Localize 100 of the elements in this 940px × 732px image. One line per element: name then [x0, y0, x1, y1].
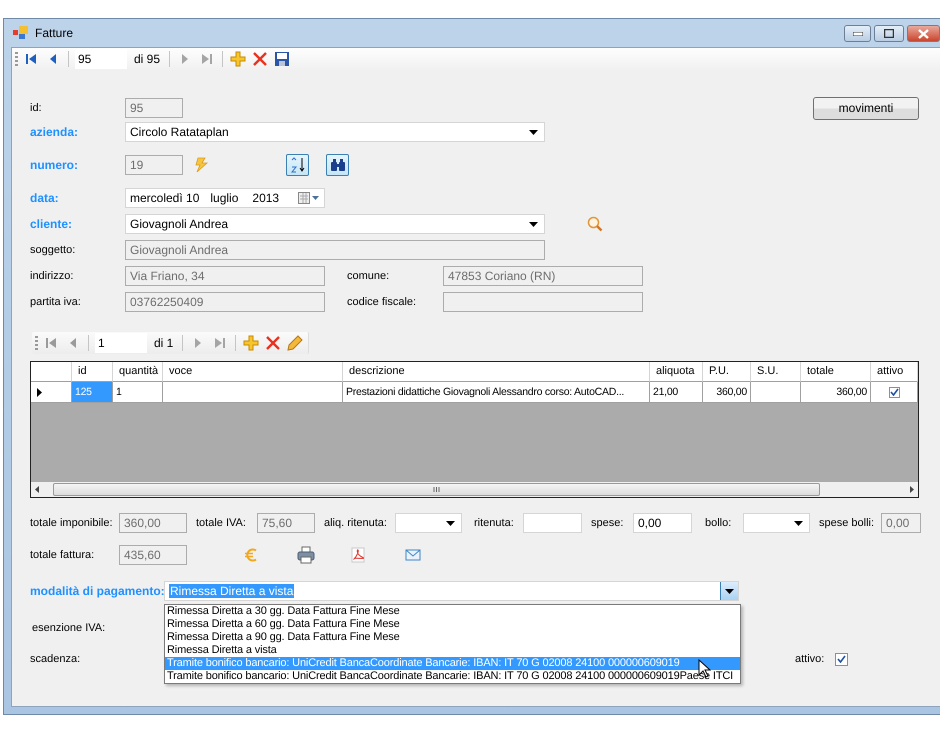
field-label: spese bolli:	[819, 517, 876, 529]
table-cell: 125	[72, 382, 113, 403]
column-header[interactable]: voce	[163, 362, 343, 382]
delete-icon[interactable]	[265, 335, 282, 351]
field-label: id:	[30, 102, 43, 114]
checkbox[interactable]	[835, 652, 848, 666]
maximize-button[interactable]	[874, 25, 904, 42]
sort-button[interactable]	[286, 154, 309, 176]
text-field[interactable]: Via Friano, 34	[125, 266, 325, 286]
position-field[interactable]: 95	[75, 49, 127, 69]
field-label: data:	[30, 190, 60, 204]
combo-box[interactable]: Circolo Ratataplan	[125, 122, 545, 142]
movimenti-button[interactable]: movimenti	[813, 96, 919, 120]
first-record-icon[interactable]	[23, 51, 39, 67]
text-field[interactable]: 95	[125, 98, 183, 118]
dropdown-option[interactable]: Tramite bonifico bancario: UniCredit BancaCoordinate Bancarie: IBAN: IT 70 G 02008 24100 000000609019Paese ITCI	[165, 670, 740, 683]
scroll-left-icon[interactable]	[35, 486, 39, 493]
column-header[interactable]: id	[72, 362, 113, 382]
caret-icon	[529, 130, 538, 134]
field-label: numero:	[30, 158, 79, 172]
grip-icon	[15, 52, 18, 66]
minimize-icon	[852, 32, 862, 36]
window-title: Fatture	[35, 26, 74, 40]
data-grid[interactable]: id quantità voce descrizione aliquota P.U. S.U. totale attivo 125 1 Prestazioni didattiche Giovagnoli Alessandro corso: AutoCAD... 21,00 360,00 360,00	[30, 361, 919, 498]
text-field[interactable]: 19	[125, 155, 183, 175]
field-label: esenzione IVA:	[31, 622, 106, 634]
caret-icon	[529, 222, 538, 226]
column-header[interactable]: quantità	[113, 362, 163, 382]
calendar-icon	[298, 192, 320, 204]
find-button[interactable]	[326, 154, 349, 176]
pdf-icon[interactable]	[350, 547, 366, 563]
date-picker[interactable]: mercoledì 10 luglio 2013	[125, 188, 325, 208]
column-header[interactable]: P.U.	[703, 362, 751, 382]
column-header[interactable]: attivo	[871, 362, 918, 382]
text-field[interactable]: 75,60	[257, 513, 315, 533]
field-label: totale IVA:	[196, 517, 247, 529]
pencil-icon[interactable]	[287, 335, 304, 351]
caret-icon	[725, 588, 734, 594]
header-corner	[31, 362, 72, 382]
field-label: cliente:	[30, 217, 74, 231]
checkbox[interactable]	[888, 386, 900, 398]
column-header[interactable]: S.U.	[751, 362, 801, 382]
minimize-button[interactable]	[844, 25, 871, 42]
record-count: di 1	[153, 336, 174, 350]
grip-icon	[433, 487, 440, 492]
field-label: soggetto:	[30, 244, 76, 256]
table-cell: 1	[113, 382, 163, 403]
table-cell: Prestazioni didattiche Giovagnoli Alessandro corso: AutoCAD...	[343, 382, 650, 403]
dropdown-option[interactable]: Rimessa Diretta a vista	[165, 644, 740, 657]
column-header[interactable]: totale	[801, 362, 871, 382]
column-header[interactable]: aliquota	[650, 362, 703, 382]
dropdown-option[interactable]: Rimessa Diretta a 30 gg. Data Fattura Fine Mese	[165, 605, 740, 618]
scroll-right-icon[interactable]	[910, 486, 914, 493]
combo-box[interactable]: Giovagnoli Andrea	[125, 214, 545, 234]
save-icon[interactable]	[274, 51, 290, 67]
text-field[interactable]: Giovagnoli Andrea	[125, 240, 545, 260]
table-cell: 360,00	[801, 382, 871, 403]
close-button[interactable]	[907, 25, 940, 42]
field-label: attivo:	[795, 653, 826, 665]
add-icon[interactable]	[230, 51, 246, 67]
binoculars-icon	[330, 158, 346, 172]
column-header[interactable]: descrizione	[343, 362, 650, 382]
caret-icon	[794, 520, 803, 526]
printer-icon[interactable]	[297, 546, 315, 564]
text-field[interactable]	[443, 292, 643, 312]
text-field[interactable]: 03762250409	[125, 292, 325, 312]
field-label: scadenza:	[30, 653, 82, 665]
grip-icon	[35, 336, 38, 350]
horizontal-scrollbar[interactable]	[31, 482, 918, 497]
field-label: comune:	[347, 270, 390, 282]
text-field[interactable]: 360,00	[119, 513, 187, 533]
close-icon	[918, 28, 929, 38]
field-label: indirizzo:	[30, 270, 74, 282]
position-field[interactable]: 1	[95, 333, 147, 353]
add-icon[interactable]	[243, 335, 260, 351]
field-label: bollo:	[705, 517, 732, 529]
table-cell: 360,00	[703, 382, 751, 403]
mail-icon[interactable]	[405, 547, 421, 563]
first-record-icon[interactable]	[43, 335, 59, 351]
text-field[interactable]: 47853 Coriano (RN)	[443, 266, 643, 286]
delete-icon[interactable]	[252, 51, 268, 67]
text-field[interactable]	[523, 513, 582, 533]
text-field[interactable]: 0,00	[881, 513, 921, 533]
field-label: partita iva:	[30, 296, 82, 308]
table-cell: 21,00	[650, 382, 703, 403]
caret-icon	[446, 520, 455, 526]
record-count: di 95	[133, 52, 162, 66]
field-label: modalità di pagamento:	[30, 584, 164, 598]
lightning-icon[interactable]	[193, 157, 209, 173]
search-icon[interactable]	[587, 216, 603, 232]
field-label: spese:	[591, 517, 624, 529]
dropdown-option[interactable]: Rimessa Diretta a 90 gg. Data Fattura Fine Mese	[165, 631, 740, 644]
text-field[interactable]: 435,60	[119, 545, 187, 565]
text-field[interactable]: 0,00	[633, 513, 692, 533]
field-label: codice fiscale:	[347, 296, 418, 308]
dropdown-option[interactable]: Rimessa Diretta a 60 gg. Data Fattura Fine Mese	[165, 618, 740, 631]
sort-icon	[290, 157, 306, 173]
field-label: ritenuta:	[474, 517, 515, 529]
field-label: totale imponibile:	[30, 517, 114, 529]
field-label: aliq. ritenuta:	[324, 517, 388, 529]
